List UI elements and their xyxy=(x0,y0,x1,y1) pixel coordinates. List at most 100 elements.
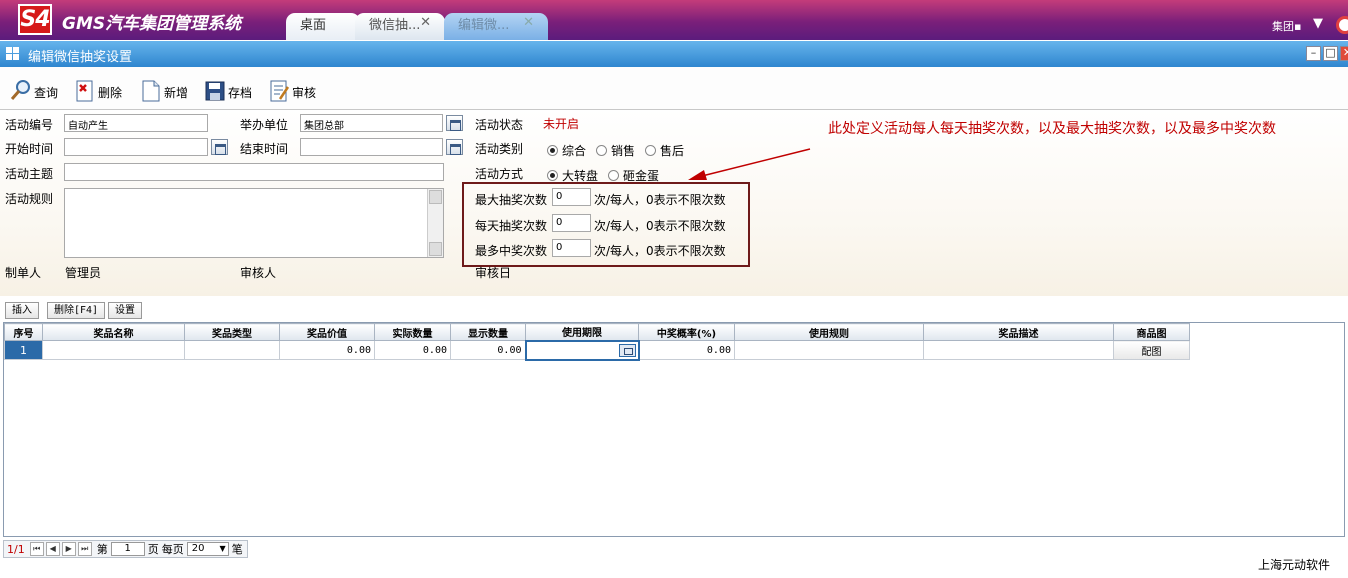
auditor-label: 审核人 xyxy=(240,266,277,280)
last-page-icon[interactable]: ⏭ xyxy=(77,542,92,556)
column-header[interactable]: 奖品价值 xyxy=(279,323,375,341)
creator-label: 制单人 xyxy=(5,266,42,280)
radio-label: 综合 xyxy=(562,144,587,158)
power-icon[interactable] xyxy=(1336,16,1348,34)
chevron-down-icon[interactable]: ▼ xyxy=(1313,16,1323,31)
category-option-general[interactable]: 综合 xyxy=(547,142,586,159)
new-button[interactable]: 新增 xyxy=(140,75,188,103)
audit-document-icon xyxy=(268,79,290,103)
prev-page-icon[interactable]: ◀ xyxy=(45,542,60,556)
column-header[interactable]: 商品图 xyxy=(1113,323,1190,341)
tab-label: 微信抽... xyxy=(369,18,421,33)
radio-label: 售后 xyxy=(660,144,685,158)
radio-dot xyxy=(645,145,656,156)
prize-value-cell[interactable]: 0.00 xyxy=(279,340,375,360)
close-icon[interactable]: ✕ xyxy=(523,10,534,36)
lottery-settings-form: 活动编号 自动产生 举办单位 集团总部 活动状态 未开启 此处定义活动每人每天抽… xyxy=(0,110,1348,296)
app-title: GMS汽车集团管理系统 xyxy=(62,14,242,34)
product-image-button[interactable]: 配图 xyxy=(1113,340,1190,360)
start-time-field[interactable] xyxy=(64,138,208,156)
page-status: 1/1 xyxy=(7,542,25,556)
new-document-icon xyxy=(140,79,162,103)
close-button[interactable]: ✕ xyxy=(1340,46,1348,61)
audit-button[interactable]: 审核 xyxy=(268,75,316,103)
delete-button-label: 删除 xyxy=(98,86,123,100)
column-header[interactable]: 使用规则 xyxy=(734,323,924,341)
activity-status-label: 活动状态 xyxy=(475,118,524,132)
rules-textarea[interactable] xyxy=(64,188,444,258)
table-header-row: 序号 奖品名称 奖品类型 奖品价值 实际数量 显示数量 使用期限 中奖概率(%)… xyxy=(4,323,1190,341)
table-row[interactable]: 1 0.00 0.00 0.00 0.00 配图 xyxy=(4,339,1190,361)
toolbar: 查询 删除 新增 存档 审核 xyxy=(0,67,1348,110)
grid-settings-button[interactable]: 设置 xyxy=(108,302,142,319)
prize-type-cell[interactable] xyxy=(184,340,280,360)
max-wins-unit: 次/每人，0表示不限次数 xyxy=(594,244,726,258)
maximize-button[interactable]: □ xyxy=(1323,46,1338,61)
column-header[interactable]: 显示数量 xyxy=(450,323,526,341)
scroll-down-button[interactable] xyxy=(429,242,442,256)
tab-label: 编辑微... xyxy=(458,18,510,33)
activity-category-label: 活动类别 xyxy=(475,142,524,156)
row-number-cell[interactable]: 1 xyxy=(4,340,43,360)
scroll-up-button[interactable] xyxy=(429,190,442,204)
group-selector-label[interactable]: 集团▪ xyxy=(1272,18,1301,34)
subject-label: 活动主题 xyxy=(5,167,54,181)
description-cell[interactable] xyxy=(923,340,1114,360)
column-header[interactable]: 奖品描述 xyxy=(923,323,1114,341)
first-page-icon[interactable]: ⏮ xyxy=(29,542,44,556)
per-page-select[interactable]: 20 ▼ xyxy=(186,542,229,556)
calendar-icon[interactable] xyxy=(211,139,228,155)
next-page-icon[interactable]: ▶ xyxy=(61,542,76,556)
page-number-input[interactable]: 1 xyxy=(110,542,145,556)
actual-qty-cell[interactable]: 0.00 xyxy=(374,340,451,360)
organizer-field[interactable]: 集团总部 xyxy=(300,114,443,132)
tab-desktop[interactable]: 桌面 xyxy=(286,13,360,40)
page-prefix: 第 xyxy=(96,543,108,556)
activity-status-value: 未开启 xyxy=(543,117,580,131)
category-option-aftersales[interactable]: 售后 xyxy=(645,142,684,159)
scrollbar[interactable] xyxy=(427,189,443,257)
column-header[interactable]: 实际数量 xyxy=(374,323,451,341)
query-button[interactable]: 查询 xyxy=(10,75,58,103)
column-header[interactable]: 使用期限 xyxy=(525,323,639,341)
expiry-cell[interactable] xyxy=(524,339,640,361)
probability-cell[interactable]: 0.00 xyxy=(638,340,735,360)
window-titlebar: 编辑微信抽奖设置 – □ ✕ xyxy=(0,41,1348,67)
daily-draws-field[interactable]: 0 xyxy=(552,214,591,232)
max-wins-field[interactable]: 0 xyxy=(552,239,591,257)
usage-rule-cell[interactable] xyxy=(734,340,924,360)
delete-document-icon xyxy=(74,79,96,103)
floppy-disk-icon xyxy=(204,79,226,103)
radio-dot xyxy=(547,170,558,181)
annotation-text: 此处定义活动每人每天抽奖次数，以及最大抽奖次数，以及最多中奖次数 xyxy=(828,121,1276,137)
calendar-icon[interactable] xyxy=(618,343,636,357)
subject-field[interactable] xyxy=(64,163,444,181)
minimize-button[interactable]: – xyxy=(1306,46,1321,61)
tab-edit-wechat[interactable]: 编辑微... ✕ xyxy=(444,13,548,40)
windows-icon xyxy=(6,47,20,61)
category-option-sales[interactable]: 销售 xyxy=(596,142,635,159)
pagination-bar: 1/1 ⏮ ◀ ▶ ⏭ 第 1 页 每页 20 ▼ 笔 xyxy=(3,540,248,558)
activity-mode-label: 活动方式 xyxy=(475,167,524,181)
activity-no-field[interactable]: 自动产生 xyxy=(64,114,208,132)
end-time-field[interactable] xyxy=(300,138,443,156)
prize-name-cell[interactable] xyxy=(42,340,185,360)
app-logo: S4 xyxy=(18,4,52,35)
column-header[interactable]: 奖品类型 xyxy=(184,323,280,341)
footer-company: 上海元动软件 xyxy=(1258,558,1331,572)
app-header: S4 GMS汽车集团管理系统 桌面 微信抽... ✕ 编辑微... ✕ 集团▪ … xyxy=(0,0,1348,40)
insert-row-button[interactable]: 插入 xyxy=(5,302,39,319)
delete-button[interactable]: 删除 xyxy=(74,75,122,103)
column-header[interactable]: 奖品名称 xyxy=(42,323,185,341)
delete-row-button[interactable]: 删除[F4] xyxy=(47,302,106,319)
display-qty-cell[interactable]: 0.00 xyxy=(450,340,526,360)
save-button[interactable]: 存档 xyxy=(204,75,252,103)
close-icon[interactable]: ✕ xyxy=(420,10,431,36)
column-header[interactable]: 中奖概率(%) xyxy=(638,323,735,341)
max-draws-field[interactable]: 0 xyxy=(552,188,591,206)
column-header[interactable]: 序号 xyxy=(4,323,43,341)
calendar-icon[interactable] xyxy=(446,139,463,155)
tab-wechat-lottery[interactable]: 微信抽... ✕ xyxy=(355,13,445,40)
max-wins-label: 最多中奖次数 xyxy=(475,244,548,258)
organizer-lookup-icon[interactable] xyxy=(446,115,463,131)
